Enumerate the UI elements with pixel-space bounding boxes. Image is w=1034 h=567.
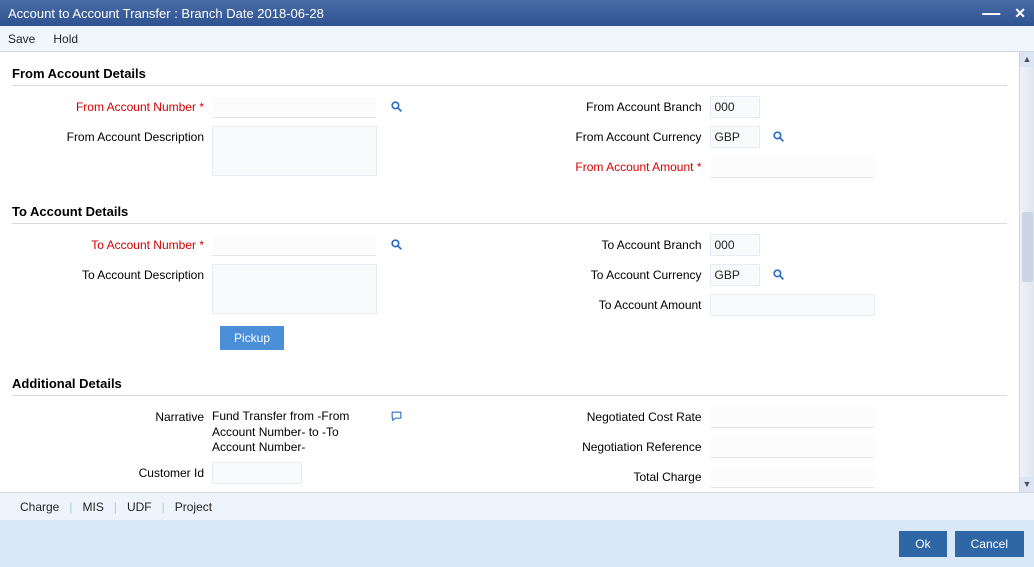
to-branch-label: To Account Branch — [510, 234, 710, 252]
from-currency-label: From Account Currency — [510, 126, 710, 144]
search-icon[interactable] — [387, 234, 405, 252]
from-currency-input[interactable] — [710, 126, 760, 148]
from-description-row: From Account Description — [12, 126, 510, 176]
to-description-row: To Account Description — [12, 264, 510, 314]
form-scroll: From Account Details From Account Number… — [0, 52, 1019, 492]
section-body-additional: Narrative Fund Transfer from -From Accou… — [12, 406, 1007, 492]
to-account-number-input[interactable] — [212, 234, 377, 256]
from-branch-label: From Account Branch — [510, 96, 710, 114]
content-area: From Account Details From Account Number… — [0, 52, 1034, 492]
to-col-right: To Account Branch To Account Currency To… — [510, 234, 1008, 318]
pickup-button[interactable]: Pickup — [220, 326, 284, 350]
from-col-left: From Account Number From Account Descrip… — [12, 96, 510, 180]
menu-hold[interactable]: Hold — [53, 32, 78, 46]
title-bar: Account to Account Transfer : Branch Dat… — [0, 0, 1034, 26]
from-currency-row: From Account Currency — [510, 126, 1008, 150]
from-description-label: From Account Description — [12, 126, 212, 144]
negotiated-cost-rate-input[interactable] — [710, 406, 875, 428]
subtabs-bar: Charge | MIS | UDF | Project — [0, 492, 1034, 520]
menu-bar: Save Hold — [0, 26, 1034, 52]
from-description-input[interactable] — [212, 126, 377, 176]
negotiated-cost-rate-label: Negotiated Cost Rate — [510, 406, 710, 424]
search-icon[interactable] — [770, 264, 788, 282]
window-title: Account to Account Transfer : Branch Dat… — [8, 6, 324, 21]
section-header-from: From Account Details — [12, 60, 1007, 86]
section-body-to: To Account Number To Account Description… — [12, 234, 1007, 318]
to-description-label: To Account Description — [12, 264, 212, 282]
narrative-row: Narrative Fund Transfer from -From Accou… — [12, 406, 510, 456]
from-branch-row: From Account Branch — [510, 96, 1008, 120]
to-col-left: To Account Number To Account Description — [12, 234, 510, 318]
scroll-down-icon[interactable]: ▼ — [1020, 477, 1034, 492]
total-charge-row: Total Charge — [510, 466, 1008, 490]
to-currency-input[interactable] — [710, 264, 760, 286]
from-account-number-input[interactable] — [212, 96, 377, 118]
section-body-from: From Account Number From Account Descrip… — [12, 96, 1007, 180]
cancel-button[interactable]: Cancel — [955, 531, 1024, 557]
additional-col-right: Negotiated Cost Rate Negotiation Referen… — [510, 406, 1008, 492]
action-bar: Ok Cancel — [0, 520, 1034, 567]
to-account-number-label: To Account Number — [12, 234, 212, 252]
from-amount-label: From Account Amount — [510, 156, 710, 174]
vertical-scrollbar[interactable]: ▲ ▼ — [1019, 52, 1034, 492]
ok-button[interactable]: Ok — [899, 531, 946, 557]
from-branch-input[interactable] — [710, 96, 760, 118]
from-amount-row: From Account Amount — [510, 156, 1008, 180]
customer-id-input[interactable] — [212, 462, 302, 484]
to-amount-input[interactable] — [710, 294, 875, 316]
negotiation-reference-row: Negotiation Reference — [510, 436, 1008, 460]
from-amount-input[interactable] — [710, 156, 875, 178]
close-icon[interactable]: ✕ — [1014, 5, 1026, 22]
to-amount-label: To Account Amount — [510, 294, 710, 312]
scroll-up-icon[interactable]: ▲ — [1020, 52, 1034, 67]
customer-id-row: Customer Id — [12, 462, 510, 486]
narrative-value: Fund Transfer from -From Account Number-… — [212, 406, 377, 456]
negotiation-reference-label: Negotiation Reference — [510, 436, 710, 454]
window-controls: — ✕ — [982, 5, 1026, 22]
to-account-number-row: To Account Number — [12, 234, 510, 258]
total-charge-label: Total Charge — [510, 466, 710, 484]
section-header-to: To Account Details — [12, 198, 1007, 224]
scrollbar-thumb[interactable] — [1022, 212, 1033, 282]
negotiation-reference-input[interactable] — [710, 436, 875, 458]
additional-col-left: Narrative Fund Transfer from -From Accou… — [12, 406, 510, 492]
tab-charge[interactable]: Charge — [10, 500, 69, 514]
tab-udf[interactable]: UDF — [117, 500, 162, 514]
to-currency-row: To Account Currency — [510, 264, 1008, 288]
to-currency-label: To Account Currency — [510, 264, 710, 282]
negotiated-cost-rate-row: Negotiated Cost Rate — [510, 406, 1008, 430]
menu-save[interactable]: Save — [8, 32, 35, 46]
tab-project[interactable]: Project — [165, 500, 222, 514]
minimize-icon[interactable]: — — [982, 8, 1000, 18]
section-header-additional: Additional Details — [12, 370, 1007, 396]
total-charge-input[interactable] — [710, 466, 875, 488]
tab-mis[interactable]: MIS — [72, 500, 113, 514]
from-col-right: From Account Branch From Account Currenc… — [510, 96, 1008, 180]
to-amount-row: To Account Amount — [510, 294, 1008, 318]
search-icon[interactable] — [770, 126, 788, 144]
speech-bubble-icon[interactable] — [387, 406, 405, 424]
to-description-input[interactable] — [212, 264, 377, 314]
from-account-number-row: From Account Number — [12, 96, 510, 120]
to-branch-row: To Account Branch — [510, 234, 1008, 258]
to-branch-input[interactable] — [710, 234, 760, 256]
search-icon[interactable] — [387, 96, 405, 114]
from-account-number-label: From Account Number — [12, 96, 212, 114]
narrative-label: Narrative — [12, 406, 212, 424]
customer-id-label: Customer Id — [12, 462, 212, 480]
